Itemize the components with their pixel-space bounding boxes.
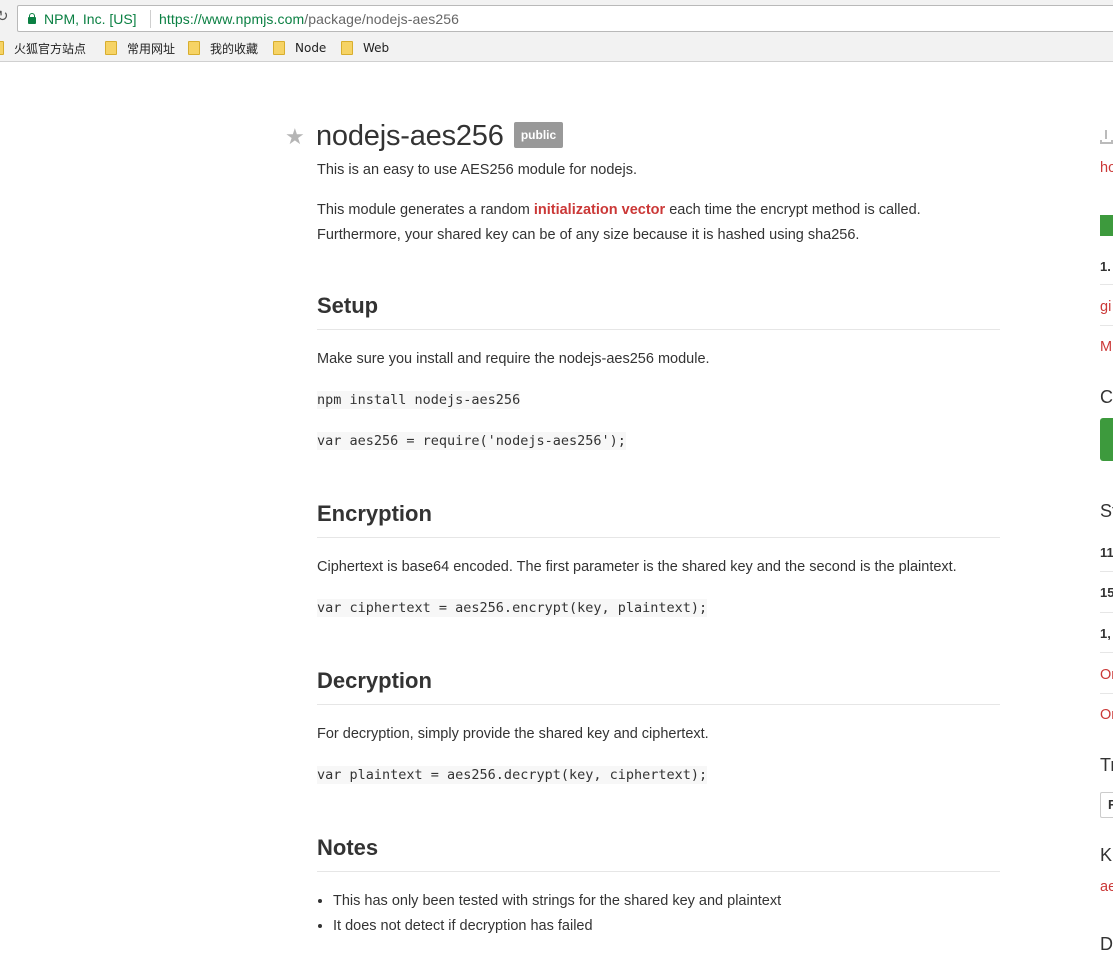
package-title: nodejs-aes256 — [316, 120, 504, 152]
url-host: https://www.npmjs.com — [159, 11, 305, 27]
dependencies-heading: D — [1100, 934, 1113, 954]
bookmark-label: 常用网址 — [127, 41, 176, 56]
stat-downloads-day: 11 — [1100, 545, 1113, 560]
setup-text: Make sure you install and require the no… — [317, 351, 710, 367]
package-sidebar: ho 1. gi M C St 11 15 1, Or Or Tr R K ae… — [1100, 62, 1113, 971]
readme-intro: This module generates a random initializ… — [317, 198, 1000, 248]
bookmark-label: 火狐官方站点 — [14, 41, 87, 56]
install-link[interactable]: ho — [1100, 158, 1113, 178]
reload-icon[interactable]: ↻ — [0, 8, 10, 26]
collaborators-heading: C — [1100, 387, 1113, 407]
bookmark-label: Node — [295, 41, 327, 55]
encryption-heading: Encryption — [317, 500, 1000, 538]
url-divider — [150, 10, 151, 28]
divider — [1100, 571, 1113, 572]
folder-icon — [105, 41, 117, 55]
stat-downloads-month: 1, — [1100, 626, 1111, 641]
code-snippet: npm install nodejs-aes256 — [317, 391, 521, 409]
version-badge — [1100, 215, 1113, 236]
encryption-text: Ciphertext is base64 encoded. The first … — [317, 559, 957, 575]
download-icon — [1100, 129, 1113, 145]
folder-icon — [273, 41, 285, 55]
divider — [1100, 325, 1113, 326]
bookmark-folder-node[interactable]: Node — [273, 40, 326, 56]
bookmark-label: Web — [363, 41, 390, 55]
readme: This is an easy to use AES256 module for… — [317, 158, 1000, 939]
notes-list: This has only been tested with strings f… — [333, 889, 1000, 939]
folder-icon — [341, 41, 353, 55]
license-link[interactable]: M — [1100, 337, 1112, 357]
stats-heading: St — [1100, 501, 1113, 521]
open-prs-link[interactable]: Or — [1100, 705, 1113, 725]
bookmark-folder-common-urls[interactable]: 常用网址 — [105, 40, 175, 56]
divider — [1100, 612, 1113, 613]
folder-icon — [188, 41, 200, 55]
browser-address-bar: ↻ NPM, Inc. [US] https://www.npmjs.com/p… — [0, 0, 1113, 35]
url-text[interactable]: https://www.npmjs.com/package/nodejs-aes… — [159, 10, 459, 28]
list-item: It does not detect if decryption has fai… — [333, 914, 1000, 939]
install-code: npm install nodejs-aes256 — [317, 387, 1000, 413]
keywords-heading: K — [1100, 845, 1113, 865]
url-path: /package/nodejs-aes256 — [304, 11, 460, 27]
encrypt-code: var ciphertext = aes256.encrypt(key, pla… — [317, 595, 1000, 621]
divider — [1100, 693, 1113, 694]
decrypt-code: var plaintext = aes256.decrypt(key, ciph… — [317, 762, 1000, 788]
list-item: This has only been tested with strings f… — [333, 889, 1000, 914]
code-snippet: var ciphertext = aes256.encrypt(key, pla… — [317, 599, 708, 617]
open-issues-link[interactable]: Or — [1100, 665, 1113, 685]
require-code: var aes256 = require('nodejs-aes256'); — [317, 428, 1000, 454]
version-value: 1. — [1100, 259, 1111, 274]
try-it-label: R — [1108, 797, 1113, 812]
setup-heading: Setup — [317, 292, 1000, 330]
stat-downloads-week: 15 — [1100, 585, 1113, 600]
collaborator-avatar[interactable] — [1100, 418, 1113, 461]
star-icon[interactable]: ★ — [285, 124, 305, 150]
repository-link[interactable]: gi — [1100, 297, 1111, 317]
keyword-link[interactable]: ae — [1100, 877, 1113, 897]
code-snippet: var plaintext = aes256.decrypt(key, ciph… — [317, 766, 708, 784]
initialization-vector-link[interactable]: initialization vector — [534, 202, 665, 218]
bookmark-folder-firefox-sites[interactable]: 火狐官方站点 — [0, 40, 86, 56]
url-field[interactable]: NPM, Inc. [US] https://www.npmjs.com/pac… — [17, 5, 1113, 32]
public-badge: public — [514, 122, 563, 148]
bookmark-label: 我的收藏 — [210, 41, 259, 56]
bookmarks-toolbar: 火狐官方站点 常用网址 我的收藏 Node Web — [0, 35, 1113, 62]
decryption-heading: Decryption — [317, 667, 1000, 705]
site-identity[interactable]: NPM, Inc. [US] — [44, 10, 137, 28]
divider — [1100, 652, 1113, 653]
bookmark-folder-favorites[interactable]: 我的收藏 — [188, 40, 258, 56]
divider — [1100, 284, 1113, 285]
code-snippet: var aes256 = require('nodejs-aes256'); — [317, 432, 626, 450]
lock-icon — [28, 13, 36, 24]
notes-heading: Notes — [317, 834, 1000, 872]
page-content: ★ nodejs-aes256 public This is an easy t… — [0, 62, 1113, 971]
bookmark-folder-web[interactable]: Web — [341, 40, 389, 56]
package-description: This is an easy to use AES256 module for… — [317, 162, 637, 178]
intro-text-before: This module generates a random — [317, 202, 534, 218]
try-it-heading: Tr — [1100, 755, 1113, 775]
folder-icon — [0, 41, 4, 55]
decryption-text: For decryption, simply provide the share… — [317, 726, 709, 742]
